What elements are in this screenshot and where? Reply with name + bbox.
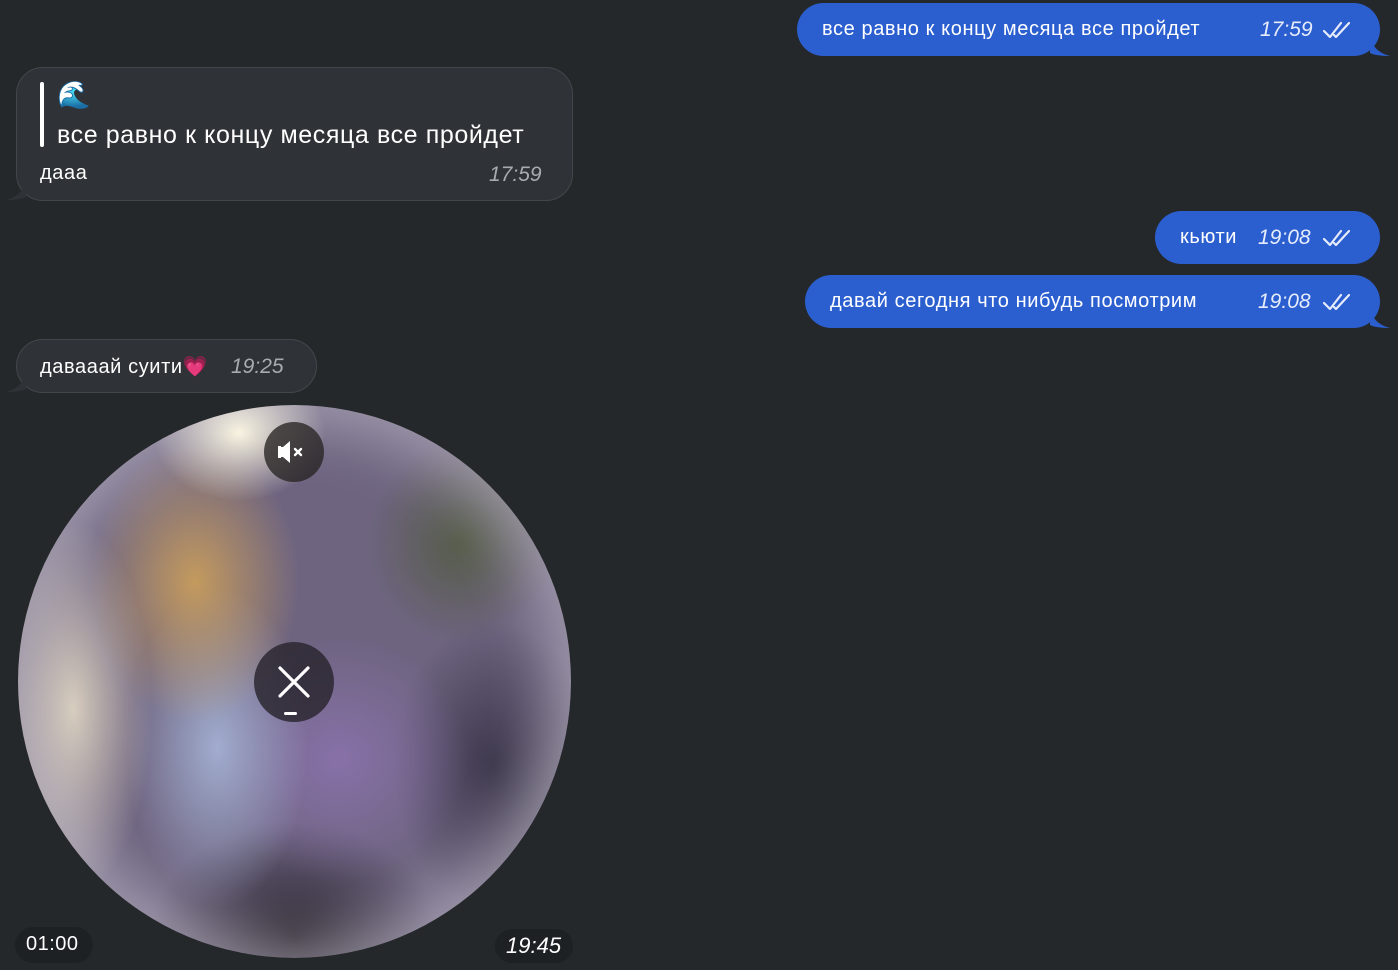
reply-quote-bar — [40, 82, 44, 147]
message-text: давай сегодня что нибудь посмотрим — [830, 290, 1198, 312]
bubble-tail — [6, 372, 26, 392]
progress-indicator — [284, 712, 297, 715]
incoming-message-with-reply[interactable]: 🌊 все равно к концу месяца все пройдет д… — [16, 67, 573, 201]
bubble-tail — [1370, 36, 1390, 56]
speaker-muted-icon — [278, 441, 303, 463]
incoming-message[interactable]: давааай суити💗 19:25 — [16, 339, 317, 393]
unmute-button[interactable] — [264, 422, 324, 482]
video-duration-badge: 01:00 — [15, 927, 93, 963]
outgoing-message[interactable]: давай сегодня что нибудь посмотрим 19:08 — [805, 275, 1380, 328]
outgoing-message[interactable]: кьюти 19:08 — [1155, 211, 1380, 264]
double-check-icon — [1322, 229, 1351, 247]
reply-quote-text[interactable]: все равно к концу месяца все пройдет — [57, 121, 524, 150]
message-text: дааа — [40, 162, 88, 184]
message-time: 19:25 — [231, 355, 284, 378]
reply-quote-emoji: 🌊 — [57, 80, 91, 110]
message-time: 17:59 — [1260, 18, 1313, 41]
message-time: 17:59 — [489, 163, 542, 186]
message-time: 19:08 — [1258, 226, 1311, 249]
outgoing-message[interactable]: все равно к концу месяца все пройдет 17:… — [797, 3, 1380, 56]
message-time: 19:08 — [1258, 290, 1311, 313]
double-check-icon — [1322, 21, 1351, 39]
video-time-badge: 19:45 — [495, 929, 573, 963]
double-check-icon — [1322, 293, 1351, 311]
message-text: давааай суити💗 — [40, 356, 209, 378]
message-text: кьюти — [1180, 226, 1238, 248]
video-duration: 01:00 — [26, 933, 79, 955]
video-time: 19:45 — [506, 933, 562, 958]
message-text: все равно к концу месяца все пройдет — [822, 18, 1201, 40]
cancel-download-button[interactable] — [254, 642, 334, 722]
close-icon — [278, 666, 310, 715]
bubble-tail — [6, 180, 26, 200]
bubble-tail — [1370, 308, 1390, 328]
